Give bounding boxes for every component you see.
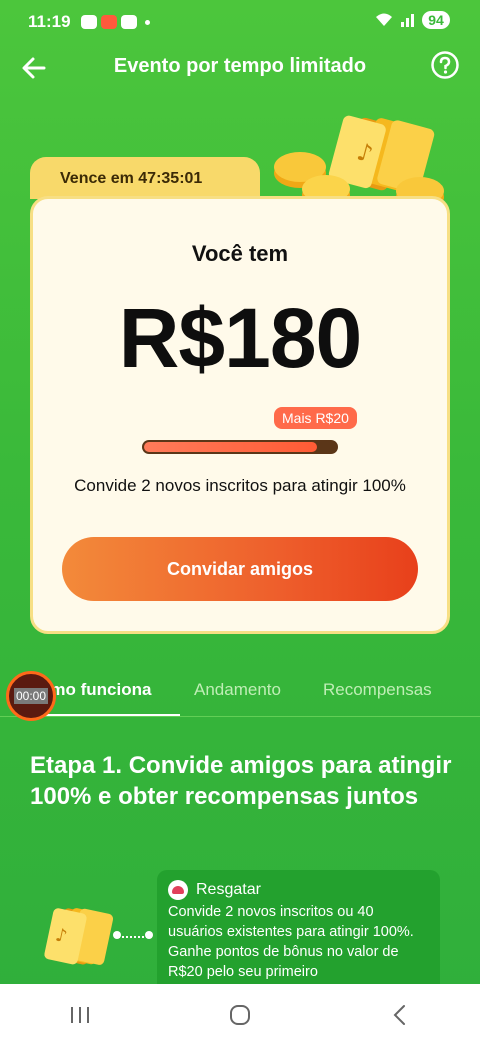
step-title: Etapa 1. Convide amigos para atingir 100…: [30, 752, 452, 810]
help-button[interactable]: [430, 50, 460, 80]
bonus-chip: Mais R$20: [274, 407, 357, 429]
notification-icons: [80, 15, 137, 29]
progress-bar-fill: [144, 442, 317, 452]
status-indicators: 94: [374, 11, 450, 29]
progress-bar: [142, 440, 338, 454]
home-button[interactable]: [210, 995, 270, 1035]
back-button[interactable]: [18, 52, 50, 84]
info-box-text: Convide 2 novos inscritos ou 40 usuários…: [168, 904, 414, 980]
page-title: Evento por tempo limitado: [113, 54, 367, 77]
app-header: Evento por tempo limitado: [0, 44, 480, 88]
reward-amount: R$180: [118, 291, 363, 385]
chat-notification-icon: [80, 15, 97, 29]
invite-friends-button[interactable]: Convidar amigos: [62, 537, 418, 601]
tab-rewards[interactable]: Recompensas: [323, 680, 432, 700]
reward-heading: Você tem: [191, 241, 289, 266]
tabs-divider: [0, 716, 480, 717]
section-tabs: omo funciona Andamento Recompensas: [0, 670, 480, 717]
calendar-notification-icon: [120, 15, 137, 29]
recent-apps-icon: [71, 1007, 89, 1023]
wifi-icon: [376, 13, 392, 26]
tab-progress[interactable]: Andamento: [194, 680, 281, 700]
status-bar: 11:19 94: [0, 0, 480, 44]
question-circle-icon: [431, 51, 459, 79]
cards-illustration: ♪: [44, 908, 114, 965]
redeem-icon: [168, 880, 188, 900]
battery-indicator: 94: [422, 11, 450, 29]
tab-how-it-works[interactable]: omo funciona: [40, 680, 151, 700]
video-notification-icon: [100, 15, 117, 29]
more-notifications-dot: [144, 19, 150, 25]
home-icon: [230, 1005, 250, 1025]
invite-instruction: Convide 2 novos inscritos para atingir 1…: [74, 476, 406, 495]
system-back-button[interactable]: [370, 995, 430, 1035]
status-time: 11:19: [28, 12, 71, 31]
countdown-text: Vence em 47:35:01: [60, 170, 203, 187]
recording-timer-text: 00:00: [13, 688, 49, 704]
arrow-left-icon: [22, 57, 46, 79]
signal-icon: [401, 14, 414, 27]
chevron-left-icon: [393, 1005, 405, 1025]
connector-dot-start: [113, 931, 121, 939]
info-box-label: Resgatar: [196, 881, 261, 898]
connector-dot-end: [145, 931, 153, 939]
system-navigation-bar: [0, 984, 480, 1046]
recent-apps-button[interactable]: [50, 995, 110, 1035]
recording-timer-overlay[interactable]: 00:00: [6, 671, 56, 721]
info-box-header: Resgatar: [168, 880, 261, 900]
